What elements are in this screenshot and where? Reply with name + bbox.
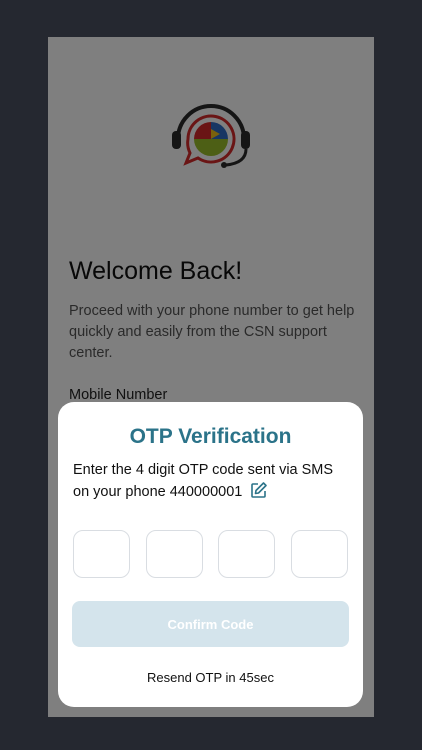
otp-title: OTP Verification xyxy=(129,425,292,448)
otp-message: Enter the 4 digit OTP code sent via SMS … xyxy=(73,460,353,503)
otp-digit-4[interactable] xyxy=(291,530,348,578)
resend-otp-timer: Resend OTP in 45sec xyxy=(147,670,274,685)
otp-message-text: Enter the 4 digit OTP code sent via SMS … xyxy=(73,462,334,500)
otp-verification-sheet: OTP Verification Enter the 4 digit OTP c… xyxy=(58,402,363,707)
edit-phone-icon[interactable] xyxy=(250,481,268,499)
confirm-code-button[interactable]: Confirm Code xyxy=(72,601,349,647)
otp-digit-1[interactable] xyxy=(73,530,130,578)
otp-digit-3[interactable] xyxy=(218,530,275,578)
otp-digit-2[interactable] xyxy=(146,530,203,578)
